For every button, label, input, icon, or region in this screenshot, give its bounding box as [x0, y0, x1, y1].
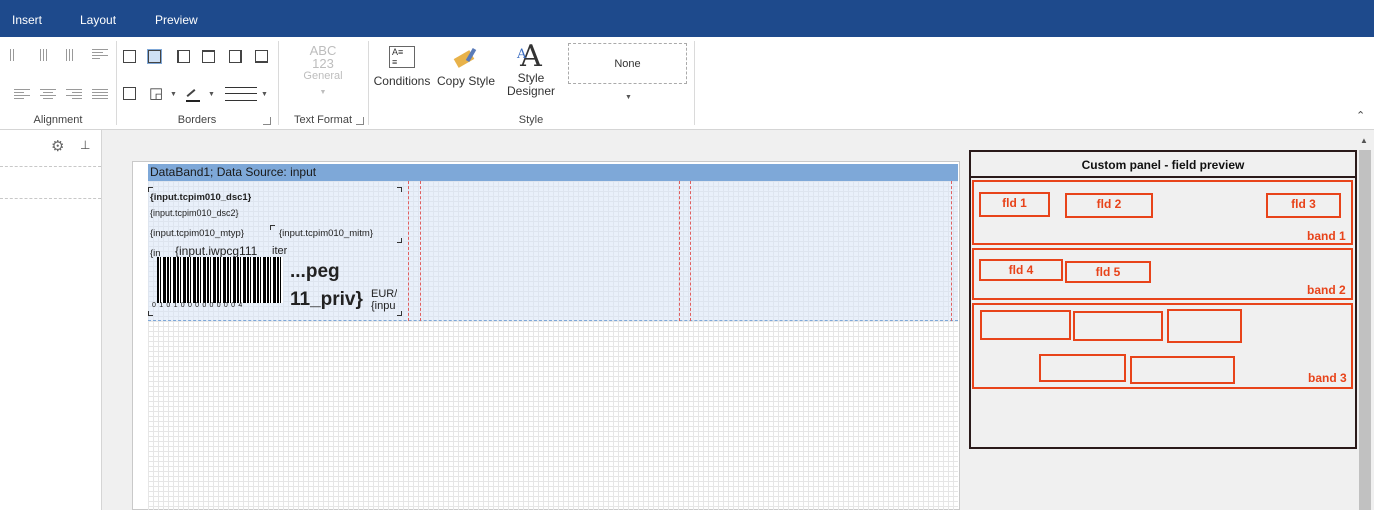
- selection-handle: [148, 311, 153, 316]
- group-label-text-format: Text Format: [293, 114, 353, 126]
- selection-handle: [270, 225, 275, 230]
- general-label: General: [303, 70, 343, 82]
- field-mtyp[interactable]: {input.tcpim010_mtyp}: [150, 228, 244, 239]
- text-format-button[interactable]: ABC 123 General ▼: [278, 44, 368, 99]
- gear-icon[interactable]: ⚙: [51, 137, 64, 155]
- conditions-icon: A≡ ≡: [389, 46, 415, 68]
- preview-field-empty[interactable]: [1039, 354, 1126, 382]
- border-none-icon[interactable]: [147, 49, 162, 64]
- chevron-down-icon[interactable]: ▼: [625, 94, 632, 101]
- paintbrush-icon: [453, 46, 479, 68]
- selection-handle: [397, 311, 402, 316]
- conditions-label: Conditions: [373, 74, 431, 88]
- group-label-style: Style: [518, 114, 544, 126]
- ribbon: Alignment ◲ ▼ ▼ ▼ Borders ABC 123 Genera…: [0, 37, 1374, 130]
- preview-field-empty[interactable]: [1073, 311, 1163, 341]
- chevron-down-icon[interactable]: ▼: [261, 91, 268, 98]
- field-eur[interactable]: EUR/: [371, 288, 397, 300]
- fill-color-icon[interactable]: ◲: [149, 84, 163, 102]
- align-justify-icon[interactable]: [92, 87, 108, 101]
- border-shadow-icon[interactable]: [123, 87, 136, 100]
- preview-field-empty[interactable]: [980, 310, 1071, 340]
- preview-field-5[interactable]: fld 5: [1065, 261, 1151, 283]
- scrollbar-thumb[interactable]: [1359, 150, 1371, 510]
- column-guide: [408, 181, 409, 321]
- preview-field-4[interactable]: fld 4: [979, 259, 1063, 281]
- column-guide: [690, 181, 691, 321]
- preview-field-3[interactable]: fld 3: [1266, 193, 1341, 218]
- align-top-icon[interactable]: [10, 49, 16, 64]
- align-middle-icon[interactable]: [40, 49, 49, 64]
- style-select[interactable]: None: [568, 43, 687, 84]
- selection-handle: [397, 187, 402, 192]
- num-label: 123: [312, 56, 334, 71]
- field-dsc2[interactable]: {input.tcpim010_dsc2}: [150, 208, 239, 218]
- field-price-top[interactable]: ...peg: [290, 266, 340, 284]
- preview-field-1[interactable]: fld 1: [979, 192, 1050, 217]
- copy-style-label: Copy Style: [436, 74, 496, 88]
- field-price[interactable]: 11_priv}: [290, 289, 363, 311]
- group-separator: [694, 41, 695, 125]
- border-left-icon[interactable]: [177, 50, 190, 63]
- border-top-icon[interactable]: [202, 50, 215, 63]
- chevron-down-icon[interactable]: ▼: [208, 91, 215, 98]
- tab-preview[interactable]: Preview: [155, 13, 198, 27]
- selection-handle: [397, 238, 402, 243]
- custom-panel-title: Custom panel - field preview: [1081, 158, 1245, 172]
- border-all-icon[interactable]: [123, 50, 136, 63]
- pin-icon[interactable]: ⊥: [80, 138, 90, 152]
- group-label-alignment: Alignment: [33, 114, 83, 126]
- divider: [0, 198, 101, 199]
- collapse-ribbon-icon[interactable]: ⌃: [1356, 109, 1365, 122]
- barcode-digits: 0101000000004: [152, 302, 246, 309]
- dialog-launcher-icon[interactable]: [356, 117, 364, 125]
- preview-band-2-label: band 2: [1307, 283, 1346, 297]
- preview-field-2[interactable]: fld 2: [1065, 193, 1153, 218]
- border-right-icon[interactable]: [229, 50, 242, 63]
- preview-band-3-label: band 3: [1308, 371, 1347, 385]
- group-separator: [116, 41, 117, 125]
- align-right-icon[interactable]: [66, 87, 82, 101]
- word-wrap-icon[interactable]: [92, 47, 108, 61]
- border-bottom-icon[interactable]: [255, 50, 268, 63]
- column-guide: [420, 181, 421, 321]
- databand-header[interactable]: DataBand1; Data Source: input: [148, 164, 958, 181]
- style-designer-label-2: Designer: [506, 84, 556, 98]
- align-left-icon[interactable]: [14, 87, 30, 101]
- chevron-down-icon: ▼: [319, 89, 327, 96]
- chevron-down-icon[interactable]: ▼: [170, 91, 177, 98]
- barcode[interactable]: [157, 257, 283, 303]
- column-guide: [679, 181, 680, 321]
- border-style-icon[interactable]: [225, 87, 257, 101]
- dialog-launcher-icon[interactable]: [263, 117, 271, 125]
- preview-band-1-label: band 1: [1307, 229, 1346, 243]
- selection-handle: [148, 187, 153, 192]
- conditions-button[interactable]: A≡ ≡ Conditions: [373, 46, 431, 88]
- group-label-borders: Borders: [177, 114, 217, 126]
- tab-layout[interactable]: Layout: [80, 13, 116, 27]
- field-iwpcg111[interactable]: {input.iwpcg111: [175, 244, 273, 258]
- left-pane: ⚙ ⊥: [0, 130, 102, 510]
- group-separator: [368, 41, 369, 125]
- divider: [971, 176, 1355, 178]
- preview-field-empty[interactable]: [1130, 356, 1235, 384]
- column-guide: [951, 181, 952, 321]
- tab-insert[interactable]: Insert: [12, 13, 42, 27]
- preview-field-empty[interactable]: [1167, 309, 1242, 343]
- field-iter[interactable]: iter: [272, 245, 287, 257]
- divider: [0, 166, 101, 167]
- style-designer-button[interactable]: AA Style Designer: [502, 42, 560, 98]
- border-color-icon[interactable]: [186, 86, 200, 102]
- align-bottom-icon[interactable]: [66, 49, 75, 64]
- scroll-up-icon[interactable]: ▲: [1360, 136, 1368, 145]
- align-center-icon[interactable]: [40, 87, 56, 101]
- field-mitm[interactable]: {input.tcpim010_mitm}: [279, 228, 373, 239]
- field-dsc1[interactable]: {input.tcpim010_dsc1}: [150, 192, 251, 203]
- menu-bar: Insert Layout Preview: [0, 0, 1374, 37]
- style-designer-icon: AA: [517, 39, 542, 74]
- copy-style-button[interactable]: Copy Style: [436, 46, 496, 88]
